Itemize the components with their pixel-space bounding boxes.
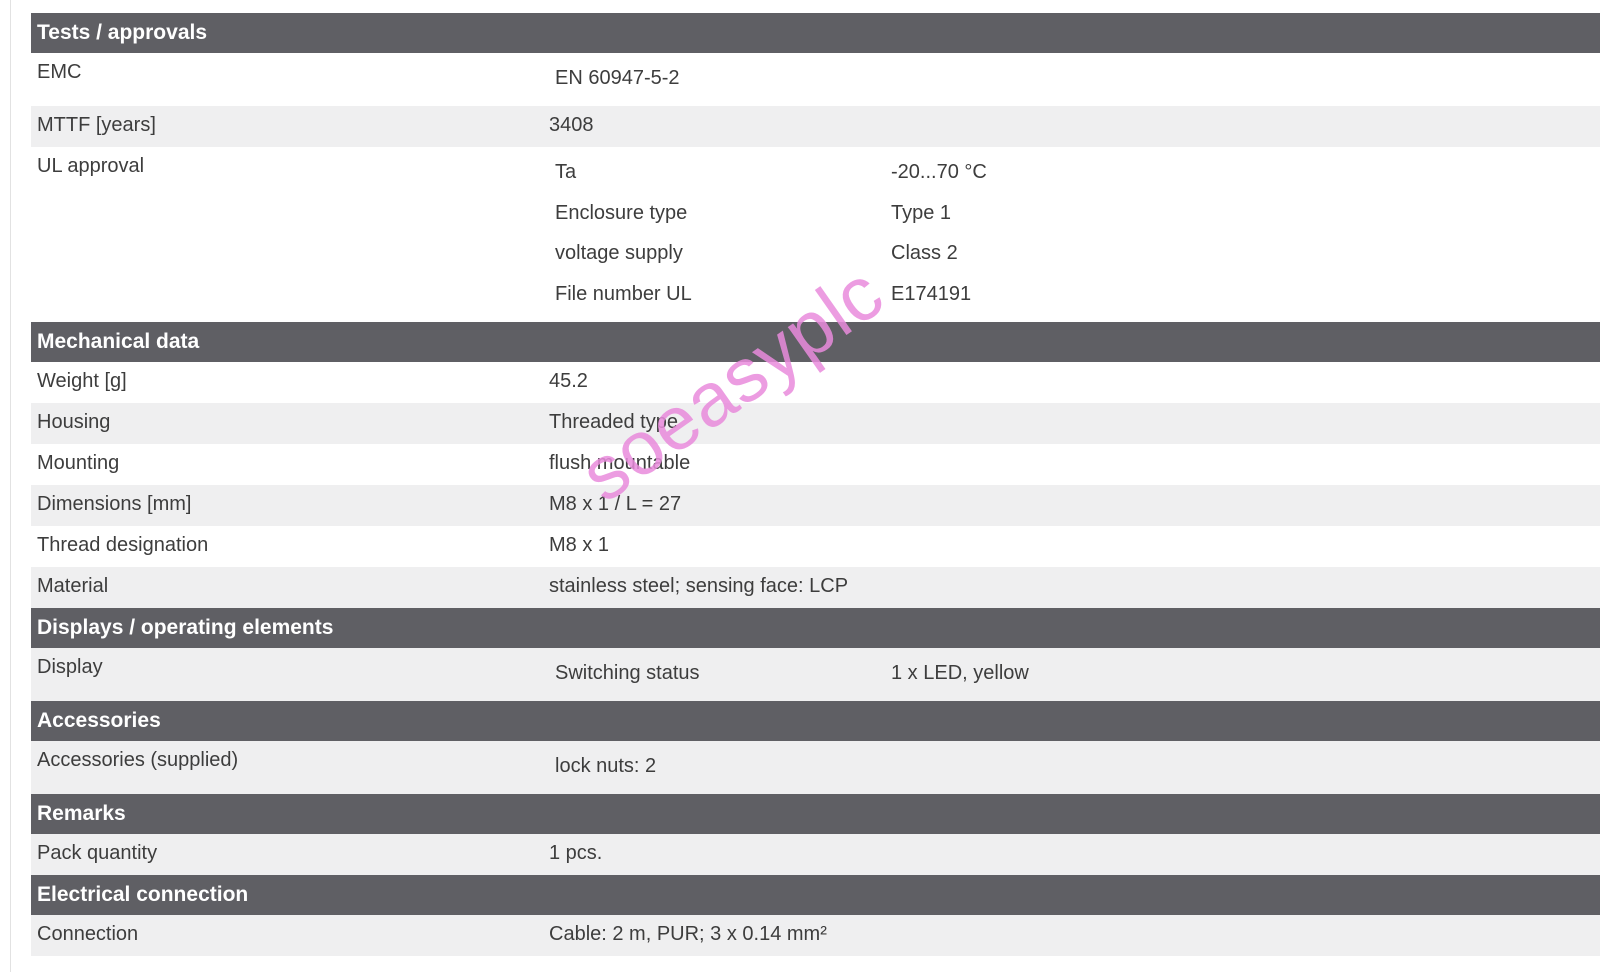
row-dimensions: Dimensions [mm] M8 x 1 / L = 27 <box>31 485 1600 526</box>
row-value-emc: EN 60947-5-2 <box>555 67 680 89</box>
row-label-material: Material <box>37 575 109 597</box>
row-mounting: Mounting flush mountable <box>31 444 1600 485</box>
ul-value-file-number: E174191 <box>891 283 972 305</box>
row-emc: EMC EN 60947-5-2 <box>31 53 1600 106</box>
section-header-remarks: Remarks <box>31 794 1600 834</box>
ul-key-voltage-supply: voltage supply <box>555 242 683 264</box>
ul-value-ta: -20...70 °C <box>891 161 987 183</box>
display-value-switching-status: 1 x LED, yellow <box>891 662 1029 684</box>
row-value-weight: 45.2 <box>549 370 588 392</box>
row-connection: Connection Cable: 2 m, PUR; 3 x 0.14 mm² <box>31 915 1600 956</box>
row-label-thread-designation: Thread designation <box>37 534 209 556</box>
row-value-material: stainless steel; sensing face: LCP <box>549 575 849 597</box>
row-accessories-supplied: Accessories (supplied) lock nuts: 2 <box>31 741 1600 794</box>
row-label-display: Display <box>37 656 103 678</box>
row-pack-quantity: Pack quantity 1 pcs. <box>31 834 1600 875</box>
row-label-mttf: MTTF [years] <box>37 114 156 136</box>
row-value-dimensions: M8 x 1 / L = 27 <box>549 493 682 515</box>
row-value-connection: Cable: 2 m, PUR; 3 x 0.14 mm² <box>549 923 827 945</box>
row-value-mounting: flush mountable <box>549 452 691 474</box>
row-value-thread-designation: M8 x 1 <box>549 534 610 556</box>
row-label-accessories-supplied: Accessories (supplied) <box>37 749 239 771</box>
display-key-switching-status: Switching status <box>555 662 700 684</box>
row-label-connection: Connection <box>37 923 139 945</box>
row-housing: Housing Threaded type <box>31 403 1600 444</box>
row-value-housing: Threaded type <box>549 411 678 433</box>
row-material: Material stainless steel; sensing face: … <box>31 567 1600 608</box>
datasheet-table: Tests / approvals EMC EN 60947-5-2 MTTF … <box>31 13 1600 956</box>
row-label-emc: EMC <box>37 61 82 83</box>
section-header-accessories: Accessories <box>31 701 1600 741</box>
page: Tests / approvals EMC EN 60947-5-2 MTTF … <box>0 0 1600 972</box>
row-label-dimensions: Dimensions [mm] <box>37 493 192 515</box>
section-header-mechanical-data: Mechanical data <box>31 322 1600 362</box>
row-value-accessories-supplied: lock nuts: 2 <box>555 755 657 777</box>
section-header-tests-approvals: Tests / approvals <box>31 13 1600 53</box>
ul-value-enclosure-type: Type 1 <box>891 202 952 224</box>
row-value-mttf: 3408 <box>549 114 594 136</box>
left-divider <box>10 0 11 972</box>
row-ul-approval: UL approval Ta -20...70 °C Enclosure typ… <box>31 147 1600 322</box>
section-header-electrical-connection: Electrical connection <box>31 875 1600 915</box>
row-mttf: MTTF [years] 3408 <box>31 106 1600 147</box>
ul-value-voltage-supply: Class 2 <box>891 242 958 264</box>
row-label-ul-approval: UL approval <box>37 155 145 177</box>
row-thread-designation: Thread designation M8 x 1 <box>31 526 1600 567</box>
ul-key-ta: Ta <box>555 161 577 183</box>
row-value-pack-quantity: 1 pcs. <box>549 842 603 864</box>
row-label-pack-quantity: Pack quantity <box>37 842 158 864</box>
section-header-displays: Displays / operating elements <box>31 608 1600 648</box>
row-weight: Weight [g] 45.2 <box>31 362 1600 403</box>
ul-key-file-number: File number UL <box>555 283 692 305</box>
row-label-housing: Housing <box>37 411 111 433</box>
row-label-mounting: Mounting <box>37 452 120 474</box>
row-display: Display Switching status 1 x LED, yellow <box>31 648 1600 701</box>
ul-key-enclosure-type: Enclosure type <box>555 202 688 224</box>
row-label-weight: Weight [g] <box>37 370 127 392</box>
